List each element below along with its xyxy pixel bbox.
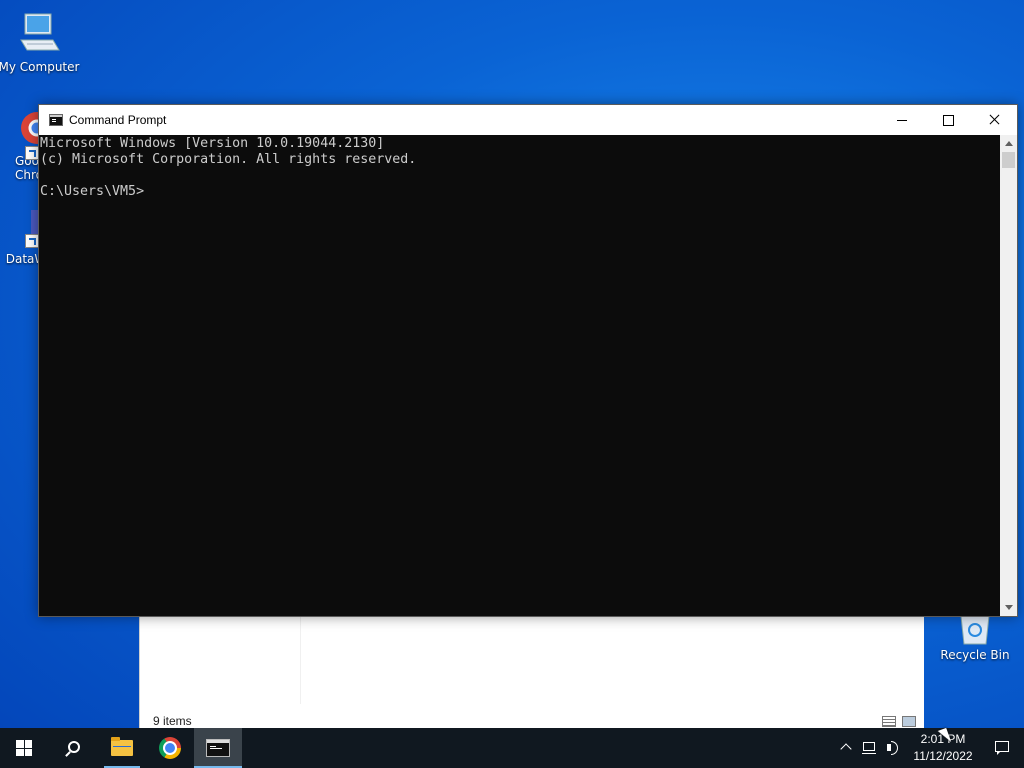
console-output[interactable]: Microsoft Windows [Version 10.0.19044.21… — [39, 135, 1000, 616]
desktop-icon-my-computer[interactable]: My Computer — [0, 10, 81, 74]
title-bar[interactable]: Command Prompt — [39, 105, 1017, 135]
console-prompt-line: C:\Users\VM5> — [40, 184, 145, 199]
search-icon — [67, 740, 80, 753]
search-button[interactable] — [48, 728, 96, 768]
recycle-bin-icon — [951, 612, 999, 646]
close-button[interactable] — [971, 105, 1017, 135]
large-icons-view-button[interactable] — [902, 716, 916, 727]
view-toggle-group — [882, 716, 916, 727]
file-explorer-window[interactable]: 9 items — [139, 614, 924, 730]
clock-date: 11/12/2022 — [913, 749, 973, 763]
minimize-button[interactable] — [879, 105, 925, 135]
system-tray: 2:01 PM 11/12/2022 — [834, 728, 1024, 768]
shortcut-arrow-icon — [25, 234, 39, 248]
taskbar-file-explorer[interactable] — [98, 728, 146, 768]
taskbar-google-chrome[interactable] — [146, 728, 194, 768]
cmd-icon[interactable] — [49, 114, 63, 126]
command-prompt-window[interactable]: Command Prompt Microsoft Windows [Versio… — [38, 104, 1018, 617]
status-bar-item-count: 9 items — [153, 714, 192, 728]
scroll-down-arrow-icon[interactable] — [1000, 599, 1017, 616]
taskbar: 2:01 PM 11/12/2022 — [0, 728, 1024, 768]
folder-icon — [111, 737, 133, 756]
start-button[interactable] — [0, 728, 48, 768]
chrome-icon — [159, 737, 181, 759]
maximize-button[interactable] — [925, 105, 971, 135]
scroll-thumb[interactable] — [1002, 152, 1015, 168]
scroll-up-arrow-icon[interactable] — [1000, 135, 1017, 152]
cmd-icon — [206, 739, 230, 757]
shortcut-arrow-icon — [25, 146, 39, 160]
network-icon[interactable] — [858, 728, 882, 768]
console-line: Microsoft Windows [Version 10.0.19044.21… — [40, 136, 385, 151]
window-title: Command Prompt — [69, 113, 167, 127]
show-hidden-icons-chevron-icon[interactable] — [834, 728, 858, 768]
action-center-notification-icon[interactable] — [980, 728, 1024, 768]
window-controls — [879, 105, 1017, 135]
desktop-icon-label: Recycle Bin — [940, 648, 1010, 662]
desktop-icon-recycle-bin[interactable]: Recycle Bin — [933, 612, 1017, 662]
details-view-button[interactable] — [882, 716, 896, 727]
desktop-icon-label: My Computer — [0, 60, 80, 74]
computer-icon — [15, 10, 63, 58]
console-line: (c) Microsoft Corporation. All rights re… — [40, 152, 417, 167]
vertical-scrollbar[interactable] — [1000, 135, 1017, 616]
taskbar-command-prompt[interactable] — [194, 728, 242, 768]
volume-icon[interactable] — [882, 728, 906, 768]
pane-divider — [300, 614, 301, 704]
windows-logo-icon — [16, 740, 32, 756]
